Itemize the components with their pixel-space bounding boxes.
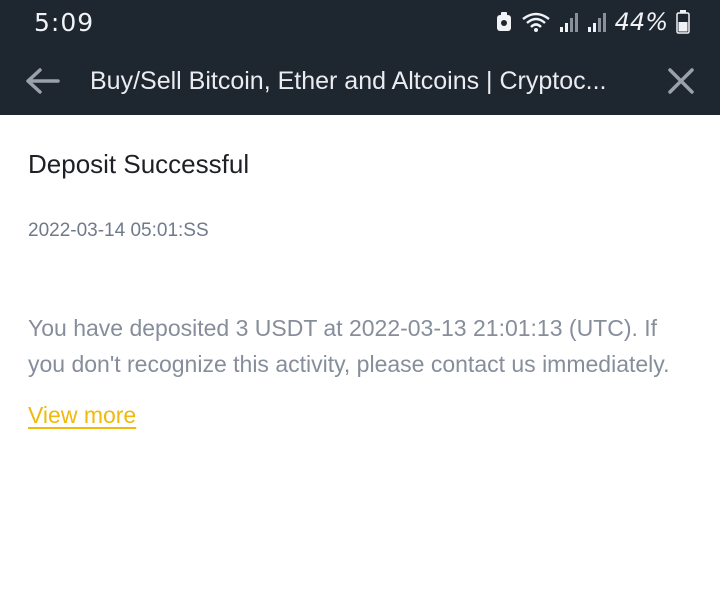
notification-timestamp: 2022-03-14 05:01:SS [28, 220, 209, 241]
wifi-icon [521, 11, 551, 33]
page-title: Buy/Sell Bitcoin, Ether and Altcoins | C… [90, 67, 607, 95]
notification-title: Deposit Successful [28, 149, 250, 179]
status-icons: 44% [495, 8, 690, 36]
app-bar: Buy/Sell Bitcoin, Ether and Altcoins | C… [0, 48, 720, 115]
battery-icon [676, 10, 690, 34]
top-bar: 5:09 44% Buy/Sell Bitcoin, Ether and Alt… [0, 0, 720, 115]
view-more-link[interactable]: View more [28, 402, 136, 429]
status-time: 5:09 [34, 8, 95, 37]
alert-icon [495, 11, 513, 33]
status-bar: 5:09 44% [0, 0, 720, 48]
arrow-left-icon[interactable] [22, 64, 62, 98]
battery-percent: 44% [614, 8, 668, 36]
signal-icon-2 [587, 11, 607, 33]
notification-detail: Deposit Successful 2022-03-14 05:01:SS Y… [0, 149, 720, 429]
signal-icon [559, 11, 579, 33]
close-icon[interactable] [664, 64, 698, 98]
notification-message: You have deposited 3 USDT at 2022-03-13 … [28, 315, 670, 377]
